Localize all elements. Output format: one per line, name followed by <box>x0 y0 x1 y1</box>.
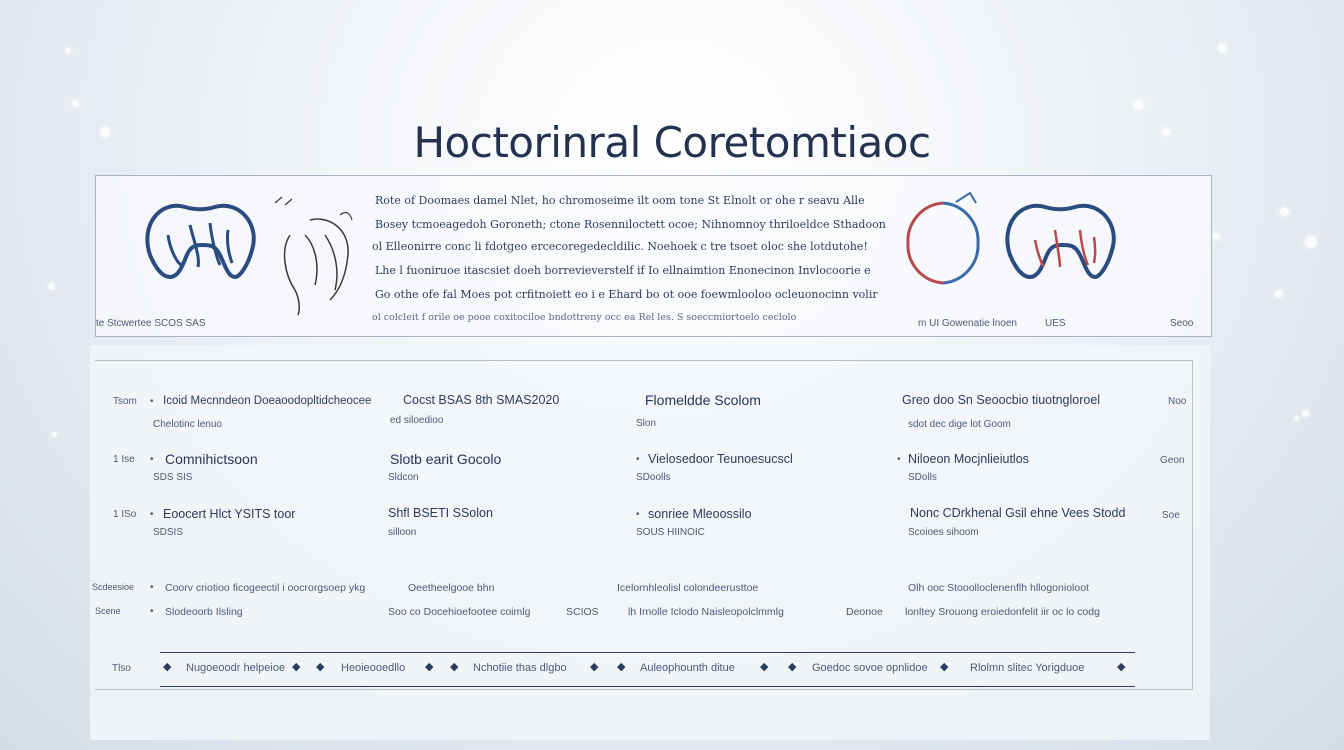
cell-title: Nonc CDrkhenal Gsil ehne Vees Stodd <box>910 506 1126 520</box>
cell-title: Cocst BSAS 8th SMAS2020 <box>403 393 560 407</box>
divider <box>160 686 1135 687</box>
paragraph-line: Lhe l fuoniruoe itascsiet doeh borreviev… <box>375 264 871 277</box>
bullet: • <box>636 509 640 520</box>
paragraph-line: ol Elleonirre conc li fdotgeo ercecorege… <box>372 240 868 253</box>
divider <box>160 652 1135 653</box>
cell-title: Eoocert Hlct YSITS toor <box>163 507 296 521</box>
bokeh-light <box>1302 410 1309 417</box>
bullet: • <box>636 454 640 465</box>
cell-title: Comnihictsoon <box>165 451 258 467</box>
left-caption: te Stcwertee SCOS SAS <box>96 318 206 329</box>
bottom-item: Rlolmn slitec Yorigduoe <box>970 662 1085 674</box>
cell-sub: Sldcon <box>388 472 419 483</box>
row-segment: Soo co Docehioefootee coimlg <box>388 606 531 618</box>
paragraph-line: Bosey tcmoeagedoh Goroneth; ctone Rosenn… <box>375 218 886 231</box>
bullet: • <box>150 606 154 617</box>
diamond-icon: ◆ <box>788 661 797 673</box>
bullet: • <box>150 582 154 593</box>
right-caption: m UI Gowenatie lnoen <box>918 318 1017 329</box>
row-number: Scene <box>95 606 121 616</box>
anatomy-sketch-icon <box>274 196 353 316</box>
cell-title: sonriee Mleoossilo <box>648 507 752 521</box>
diamond-icon: ◆ <box>292 661 301 673</box>
cell-sub: silloon <box>388 527 417 538</box>
cell-sub: SDS SIS <box>153 472 193 483</box>
cell-sub: SOUS HIINOIC <box>636 527 705 538</box>
tooth-icon <box>145 203 256 280</box>
bokeh-light <box>52 432 57 437</box>
cell-sub: Slon <box>636 418 657 429</box>
bokeh-light <box>1280 207 1289 216</box>
bottom-item: Heoieooedllo <box>341 662 406 674</box>
cell-sub: Scoioes sihoom <box>908 527 979 538</box>
cell-title: Greo doo Sn Seoocbio tiuotngloroel <box>902 393 1101 407</box>
bokeh-light <box>1218 44 1227 53</box>
row-segment: lh Irnolle Iclodo Naisleopolclmmlg <box>628 606 784 618</box>
cell-title: Icoid Mecnndeon Doeaoodopltidcheocee <box>163 395 372 407</box>
grid-frame <box>95 360 1193 690</box>
circle-diagram-icon <box>906 191 980 285</box>
diamond-icon: ◆ <box>163 661 172 673</box>
row-segment: Icelornhleolisl colondeerusttoe <box>617 582 759 594</box>
cell-title: Slotb earit Gocolo <box>390 451 502 467</box>
bullet: • <box>150 509 154 520</box>
bottom-item: Goedoc sovoe opnlidoe <box>812 662 928 674</box>
row-number: 1 Ise <box>113 454 135 465</box>
right-caption: UES <box>1045 318 1066 329</box>
cell-title: Flomeldde Scolom <box>645 392 761 408</box>
row-end: Soe <box>1162 510 1180 521</box>
row-segment: SCIOS <box>566 606 599 618</box>
cell-sub: SDolls <box>908 472 937 483</box>
row-number: Tlso <box>112 663 131 674</box>
paragraph-line: Rote of Doomaes damel Nlet, ho chromosei… <box>375 194 865 207</box>
page-title: Hoctorinral Coretomtiaoc <box>413 118 931 167</box>
diamond-icon: ◆ <box>940 661 949 673</box>
bokeh-light <box>1213 233 1220 240</box>
cell-sub: SDoolls <box>636 472 671 483</box>
diamond-icon: ◆ <box>590 661 599 673</box>
cell-title: Niloeon Mocjnlieiutlos <box>908 452 1029 466</box>
bullet: • <box>150 454 154 465</box>
cell-sub: ed siloedioo <box>390 415 444 426</box>
diamond-icon: ◆ <box>617 661 626 673</box>
tooth-icon <box>1005 203 1116 280</box>
row-segment: lonltey Srouong eroiedonfelit iir oc lo … <box>905 606 1100 618</box>
row-segment: Oeetheelgooe bhn <box>408 582 495 594</box>
row-segment: Olh ooc Stooolloclenenflh hllogonioloot <box>908 582 1089 594</box>
row-segment: Slodeoorb Ilsling <box>165 606 243 618</box>
bullet: • <box>150 396 154 407</box>
bottom-item: Nchotiie thas dlgbo <box>473 662 567 674</box>
row-number: 1 ISo <box>113 509 137 520</box>
bokeh-light <box>48 283 55 290</box>
cell-title: Vielosedoor Teunoesucscl <box>648 452 793 466</box>
row-segment: Deonoe <box>846 606 883 618</box>
bokeh-light <box>65 48 71 54</box>
cell-sub: Chelotinc lenuo <box>153 419 222 430</box>
cell-sub: SDSIS <box>153 527 184 538</box>
row-number: Scdeesioe <box>92 582 135 592</box>
diamond-icon: ◆ <box>450 661 459 673</box>
row-number: Tsom <box>113 396 137 407</box>
row-segment: Coorv criotioo ficogeectil i oocrorgsoep… <box>165 582 366 594</box>
diamond-icon: ◆ <box>316 661 325 673</box>
row-end: Geon <box>1160 455 1185 466</box>
row-end: Noo <box>1168 396 1187 407</box>
bokeh-light <box>1133 100 1143 110</box>
bokeh-light <box>1305 236 1317 248</box>
bokeh-light <box>72 100 79 107</box>
bottom-item: Auleophounth ditue <box>640 662 735 674</box>
paragraph-line: ol colcleit f orile oe pooe coxitociloe … <box>372 312 797 323</box>
diamond-icon: ◆ <box>1117 661 1126 673</box>
cell-sub: sdot dec dige lot Goom <box>908 419 1011 430</box>
bokeh-light <box>1275 290 1283 298</box>
bottom-item: Nugoeoodr helpeioe <box>186 662 286 674</box>
paragraph-line: Go othe ofe fal Moes pot crfitnoiett eo … <box>375 288 878 301</box>
diamond-icon: ◆ <box>425 661 434 673</box>
right-caption: Seoo <box>1170 318 1194 329</box>
bokeh-light <box>1294 416 1299 421</box>
bullet: • <box>897 454 901 465</box>
diamond-icon: ◆ <box>760 661 769 673</box>
cell-title: Shfl BSETI SSolon <box>388 506 493 520</box>
